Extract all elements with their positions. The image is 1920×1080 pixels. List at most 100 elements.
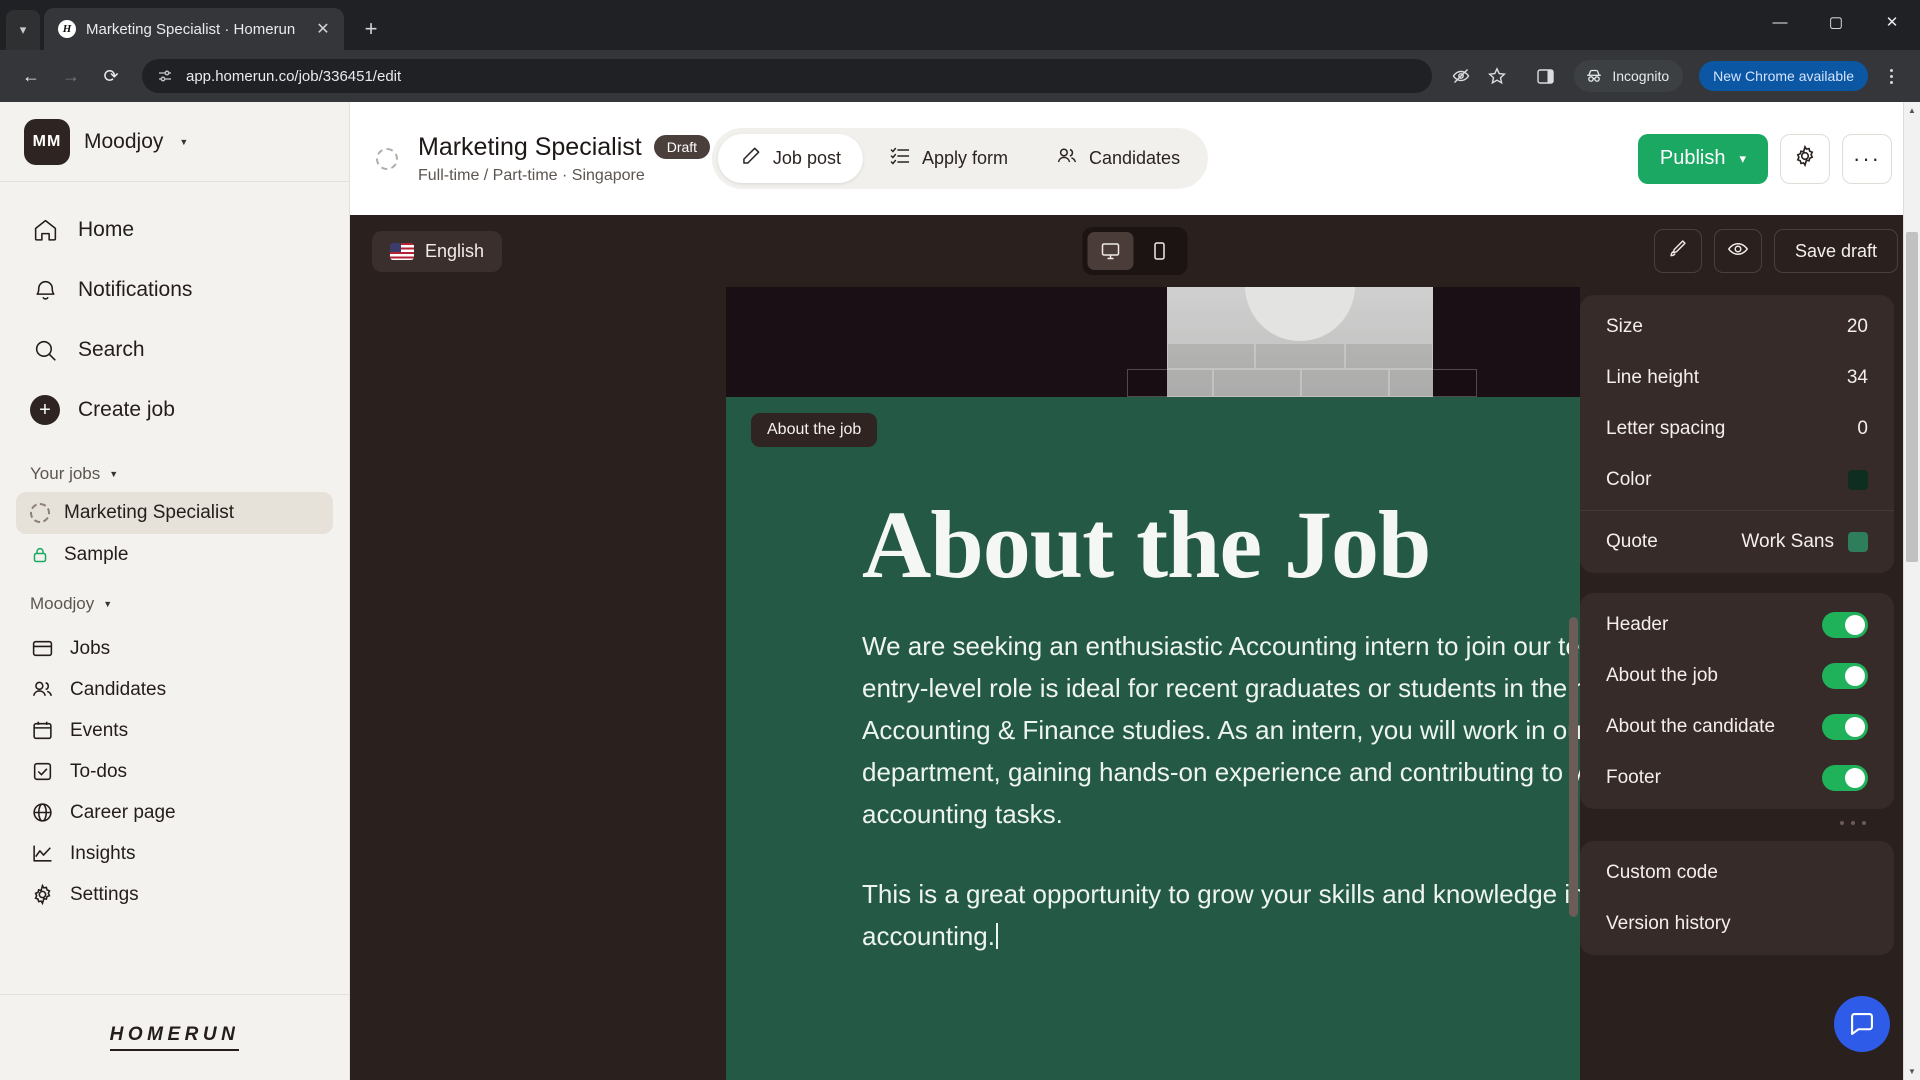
custom-code-link[interactable]: Custom code bbox=[1580, 847, 1894, 898]
bookmark-star-icon[interactable] bbox=[1482, 61, 1512, 91]
save-draft-button[interactable]: Save draft bbox=[1773, 229, 1898, 273]
gear-icon bbox=[30, 883, 54, 907]
tab-search-chevron-icon[interactable]: ▾ bbox=[6, 10, 40, 50]
toggle-label: About the candidate bbox=[1606, 715, 1776, 737]
header-toggle[interactable] bbox=[1822, 611, 1868, 638]
sidebar-item-candidates[interactable]: Candidates bbox=[16, 669, 333, 710]
about-the-job-toggle[interactable] bbox=[1822, 662, 1868, 689]
browser-tab[interactable]: H Marketing Specialist · Homerun ✕ bbox=[44, 8, 344, 50]
chat-support-button[interactable] bbox=[1834, 996, 1890, 1052]
back-icon[interactable]: ← bbox=[14, 59, 48, 93]
minimize-window-button[interactable]: — bbox=[1752, 0, 1808, 44]
sidebar-item-notifications[interactable]: Notifications bbox=[16, 260, 333, 320]
tab-job-post[interactable]: Job post bbox=[717, 134, 863, 183]
side-panel-icon[interactable] bbox=[1530, 61, 1560, 91]
about-the-job-section[interactable]: About the job About the Job We are seeki… bbox=[726, 397, 1580, 1080]
editor-area: English Save draft About the job About t… bbox=[350, 215, 1920, 1080]
homerun-wordmark: HOMERUN bbox=[109, 1024, 240, 1051]
your-jobs-group-header[interactable]: Your jobs ▼ bbox=[0, 446, 349, 492]
preview-canvas: About the job About the Job We are seeki… bbox=[726, 287, 1580, 1080]
toggle-row-header[interactable]: Header bbox=[1580, 599, 1894, 650]
preview-button[interactable] bbox=[1713, 229, 1762, 273]
sidebar-item-home[interactable]: Home bbox=[16, 200, 333, 260]
homerun-favicon-icon: H bbox=[58, 20, 76, 38]
chrome-update-button[interactable]: New Chrome available bbox=[1699, 61, 1868, 91]
sidebar-item-todos[interactable]: To-dos bbox=[16, 751, 333, 792]
close-window-button[interactable]: ✕ bbox=[1864, 0, 1920, 44]
sidebar: MM Moodjoy ▼ Home Notifications Search +… bbox=[0, 102, 350, 1080]
about-paragraph[interactable]: This is a great opportunity to grow your… bbox=[862, 873, 1580, 957]
hero-circle-shape bbox=[1245, 287, 1355, 341]
desktop-icon[interactable] bbox=[1087, 232, 1134, 270]
scroll-up-arrow-icon[interactable]: ▲ bbox=[1904, 102, 1920, 119]
page-scrollbar[interactable]: ▲ ▼ bbox=[1903, 102, 1920, 1080]
job-settings-button[interactable] bbox=[1780, 133, 1830, 184]
sidebar-item-insights[interactable]: Insights bbox=[16, 833, 333, 874]
divider bbox=[1580, 510, 1894, 511]
footer-toggle[interactable] bbox=[1822, 764, 1868, 791]
brick bbox=[1127, 369, 1213, 397]
mobile-icon[interactable] bbox=[1137, 232, 1183, 270]
sidebar-item-create-job[interactable]: + Create job bbox=[16, 380, 333, 440]
toggle-row-footer[interactable]: Footer bbox=[1580, 752, 1894, 803]
brick bbox=[1213, 369, 1301, 397]
board-icon bbox=[30, 637, 54, 661]
tracking-protection-icon[interactable] bbox=[1446, 61, 1476, 91]
tab-apply-form[interactable]: Apply form bbox=[867, 134, 1030, 183]
about-heading[interactable]: About the Job bbox=[862, 497, 1580, 593]
about-the-candidate-toggle[interactable] bbox=[1822, 713, 1868, 740]
toggle-row-about-the-candidate[interactable]: About the candidate bbox=[1580, 701, 1894, 752]
hero-image bbox=[1127, 287, 1477, 397]
sidebar-item-settings[interactable]: Settings bbox=[16, 874, 333, 915]
new-tab-button[interactable]: + bbox=[354, 12, 388, 46]
color-swatch[interactable] bbox=[1848, 469, 1868, 490]
style-row-size[interactable]: Size 20 bbox=[1580, 301, 1894, 352]
sidebar-primary-nav: Home Notifications Search + Create job bbox=[0, 182, 349, 446]
style-row-color[interactable]: Color bbox=[1580, 454, 1894, 505]
language-selector[interactable]: English bbox=[372, 230, 503, 272]
version-history-link[interactable]: Version history bbox=[1580, 898, 1894, 949]
style-row-line-height[interactable]: Line height 34 bbox=[1580, 352, 1894, 403]
more-options-button[interactable]: ··· bbox=[1842, 133, 1892, 184]
scroll-down-arrow-icon[interactable]: ▼ bbox=[1904, 1063, 1920, 1080]
tab-label: Job post bbox=[772, 148, 841, 168]
site-settings-icon[interactable] bbox=[156, 67, 174, 85]
drag-handle-dots[interactable] bbox=[1580, 821, 1894, 825]
brick bbox=[1167, 343, 1255, 369]
sidebar-job-label: Sample bbox=[64, 544, 129, 565]
close-tab-icon[interactable]: ✕ bbox=[312, 18, 334, 40]
people-icon bbox=[30, 678, 54, 702]
sidebar-item-jobs[interactable]: Jobs bbox=[16, 628, 333, 669]
org-group-header[interactable]: Moodjoy ▼ bbox=[0, 576, 349, 622]
sidebar-item-career-page[interactable]: Career page bbox=[16, 792, 333, 833]
style-panel: Size 20 Line height 34 Letter spacing 0 bbox=[1580, 287, 1920, 1080]
style-row-quote[interactable]: Quote Work Sans bbox=[1580, 516, 1894, 567]
about-paragraph[interactable]: We are seeking an enthusiastic Accountin… bbox=[862, 625, 1580, 835]
publish-button[interactable]: Publish ▾ bbox=[1637, 133, 1768, 184]
toggle-label: About the job bbox=[1606, 664, 1718, 686]
toggle-row-about-the-job[interactable]: About the job bbox=[1580, 650, 1894, 701]
reload-icon[interactable]: ⟳ bbox=[94, 59, 128, 93]
style-row-letter-spacing[interactable]: Letter spacing 0 bbox=[1580, 403, 1894, 454]
workspace-avatar: MM bbox=[24, 118, 70, 165]
address-bar[interactable]: app.homerun.co/job/336451/edit bbox=[142, 59, 1433, 93]
browser-tab-title: Marketing Specialist · Homerun bbox=[86, 20, 296, 38]
maximize-window-button[interactable]: ▢ bbox=[1808, 0, 1864, 44]
app-root: MM Moodjoy ▼ Home Notifications Search +… bbox=[0, 102, 1920, 1080]
workspace-switcher[interactable]: MM Moodjoy ▼ bbox=[0, 102, 349, 182]
forward-icon[interactable]: → bbox=[54, 59, 88, 93]
chrome-menu-icon[interactable] bbox=[1876, 60, 1906, 92]
device-preview-toggle bbox=[1082, 227, 1188, 275]
quote-color-swatch[interactable] bbox=[1848, 531, 1868, 552]
brush-button[interactable] bbox=[1653, 229, 1702, 273]
incognito-indicator[interactable]: Incognito bbox=[1574, 60, 1684, 92]
sidebar-job-marketing-specialist[interactable]: Marketing Specialist bbox=[16, 492, 333, 534]
sidebar-job-sample[interactable]: Sample bbox=[16, 534, 333, 576]
custom-code-label: Custom code bbox=[1606, 861, 1718, 883]
sidebar-item-search[interactable]: Search bbox=[16, 320, 333, 380]
sidebar-item-events[interactable]: Events bbox=[16, 710, 333, 751]
page-scrollbar-thumb[interactable] bbox=[1906, 232, 1918, 562]
tab-candidates[interactable]: Candidates bbox=[1034, 134, 1202, 183]
org-label: Moodjoy bbox=[30, 594, 95, 613]
canvas-scrollbar-thumb[interactable] bbox=[1569, 617, 1578, 917]
